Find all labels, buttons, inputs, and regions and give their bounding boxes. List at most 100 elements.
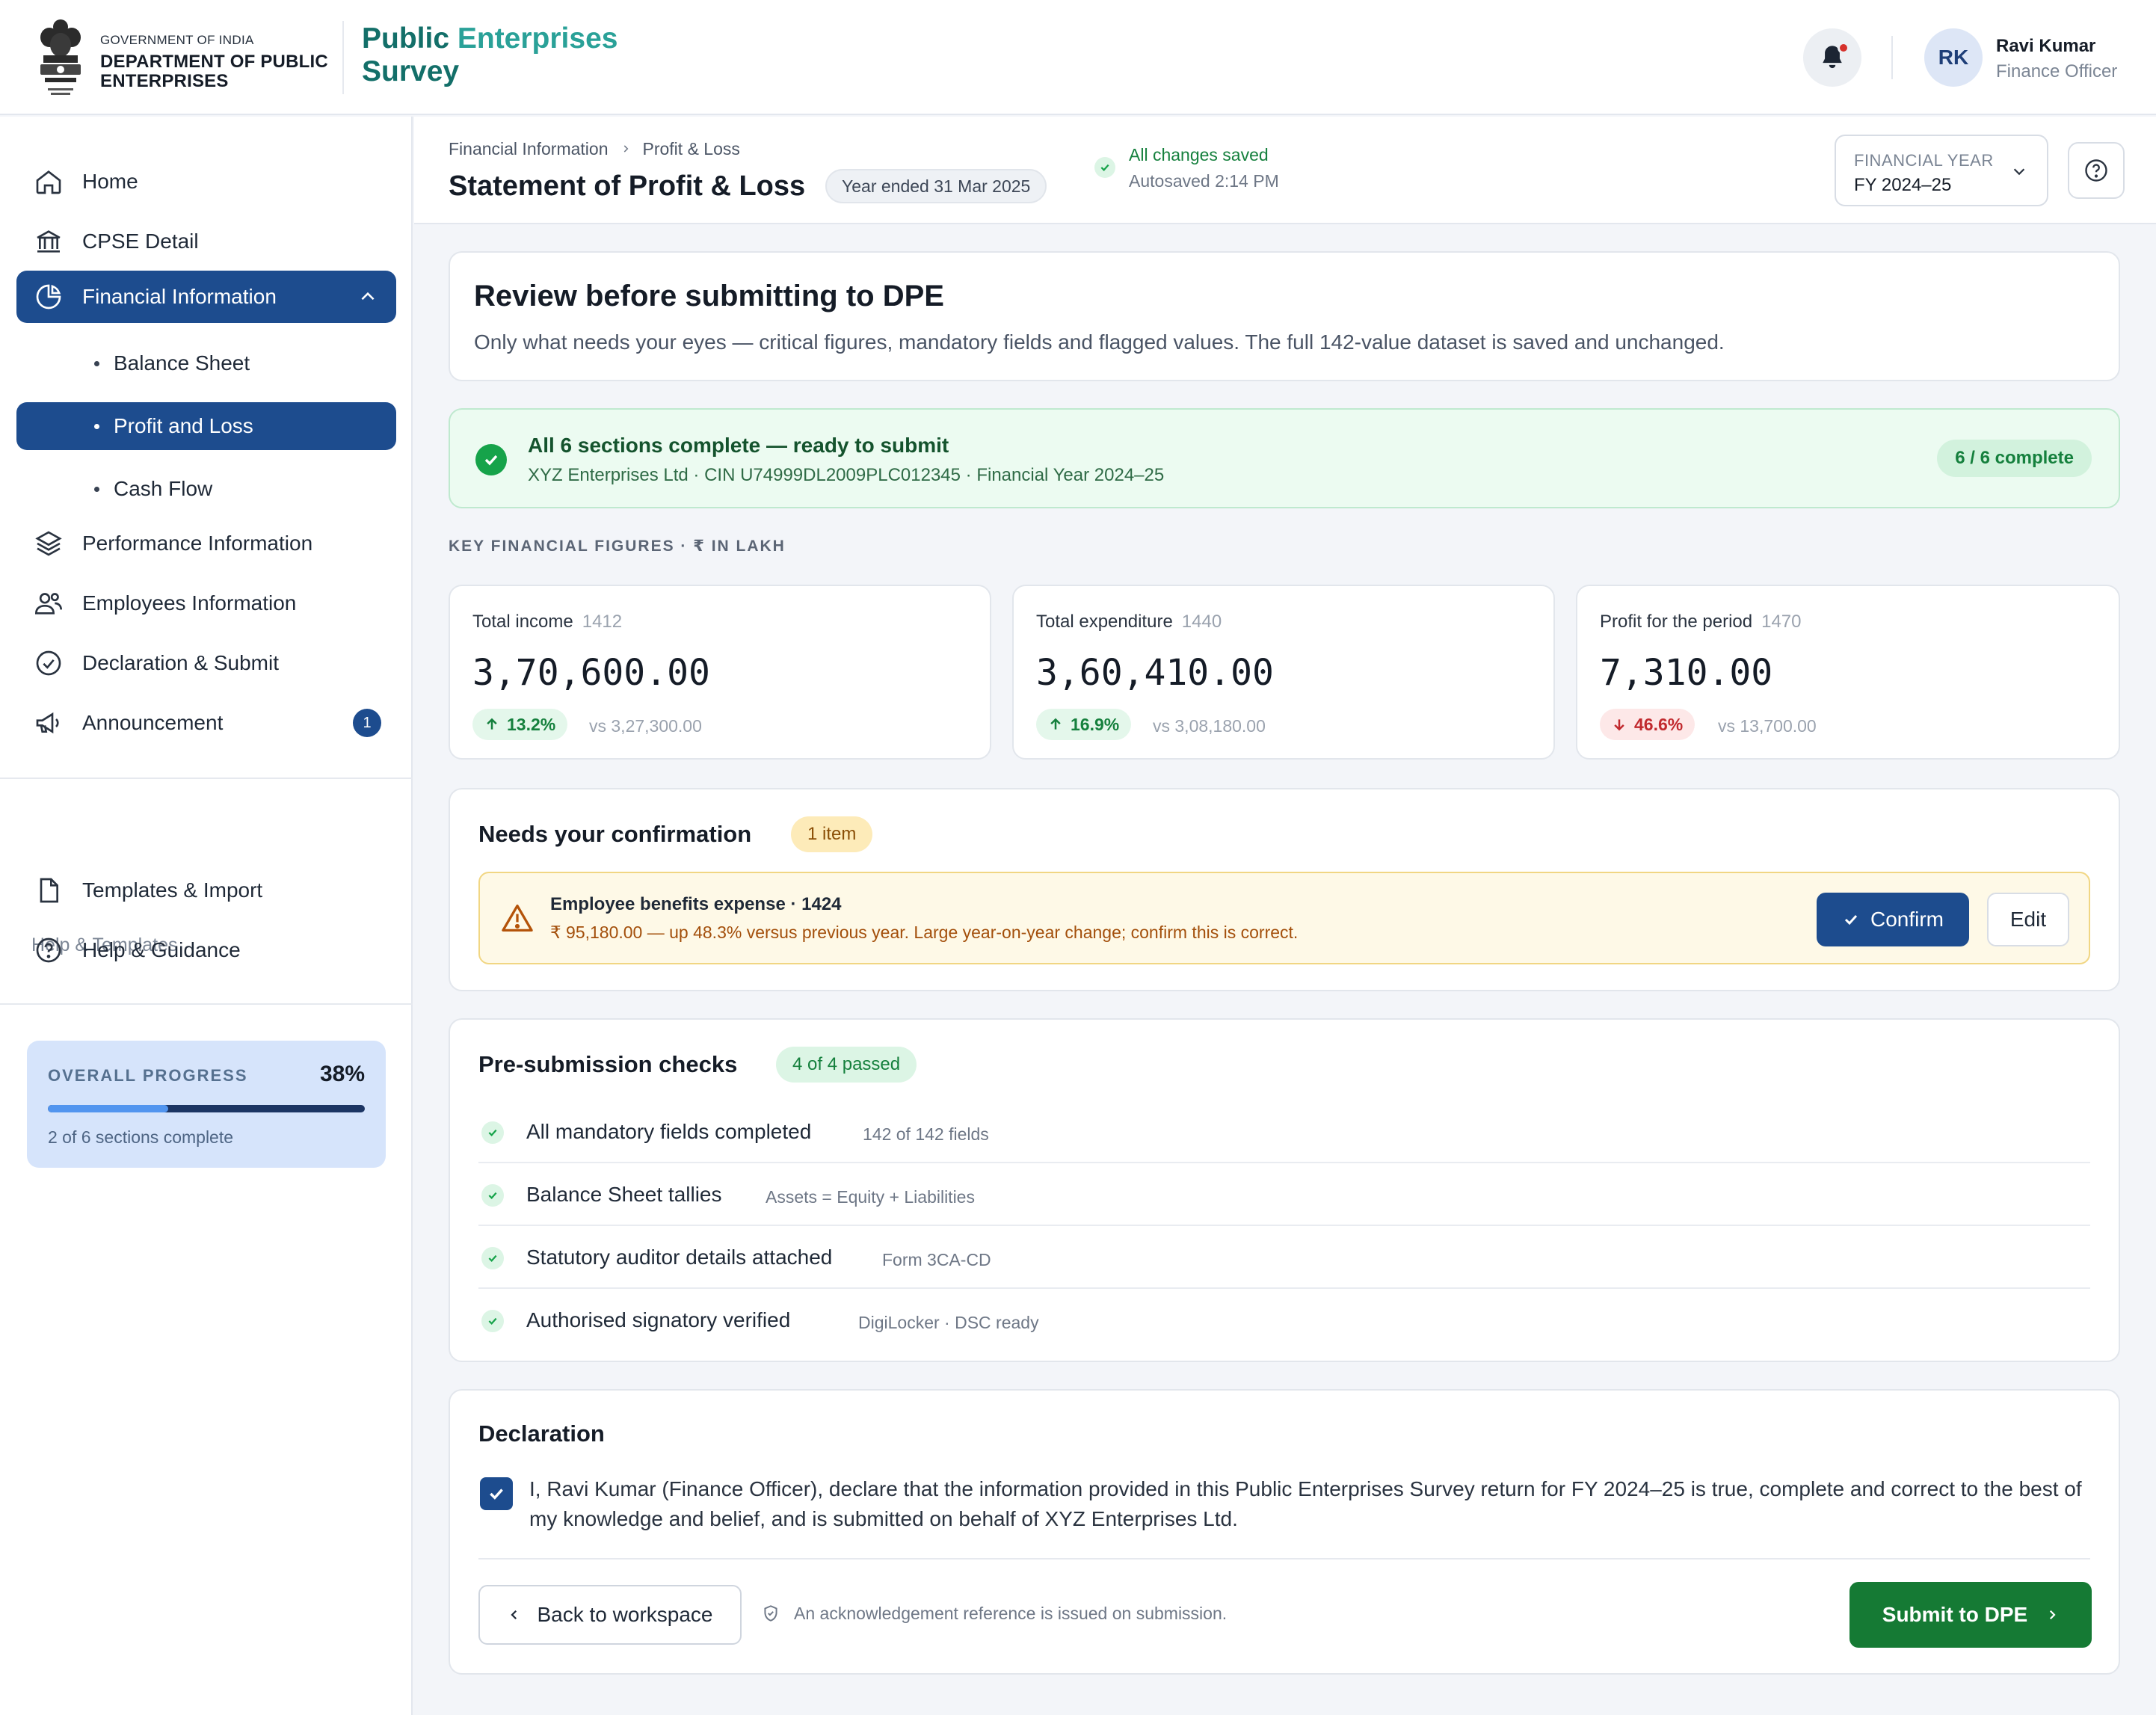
ready-title: All 6 sections complete — ready to submi… — [528, 434, 949, 457]
app-title-part-2: Enterprises — [457, 22, 618, 55]
save-status: All changes saved Autosaved 2:14 PM — [1094, 145, 1279, 191]
chevron-up-icon[interactable] — [357, 287, 378, 312]
key-figures-label: KEY FINANCIAL FIGURES · ₹ IN LAKH — [449, 538, 786, 555]
kpi-change-badge: 13.2% — [472, 709, 568, 740]
declaration-card: Declaration I, Ravi Kumar (Finance Offic… — [449, 1389, 2120, 1675]
check-detail: Assets = Equity + Liabilities — [766, 1187, 975, 1207]
sidebar-subitem-label: Profit and Loss — [114, 414, 253, 437]
confirm-button-label: Confirm — [1870, 908, 1944, 931]
confirmation-count-badge: 1 item — [791, 816, 873, 852]
check-row: Statutory auditor details attached Form … — [478, 1226, 2090, 1289]
sidebar-item-declaration-submit[interactable]: Declaration & Submit — [16, 637, 396, 689]
breadcrumb-financial-information[interactable]: Financial Information — [449, 139, 609, 159]
check-row: All mandatory fields completed 142 of 14… — [478, 1100, 2090, 1163]
app-title[interactable]: Public Enterprises Survey — [362, 22, 676, 88]
sidebar-item-label: Announcement — [82, 711, 224, 734]
progress-percent: 38% — [319, 1062, 365, 1086]
kpi-value: 7,310.00 — [1600, 652, 1773, 694]
sidebar-item-cpse-detail[interactable]: CPSE Detail — [16, 215, 396, 268]
help-button[interactable] — [2068, 142, 2125, 199]
check-row: Balance Sheet tallies Assets = Equity + … — [478, 1163, 2090, 1226]
kpi-code: 1440 — [1181, 612, 1222, 632]
sidebar-item-templates-import[interactable]: Templates & Import — [16, 864, 396, 917]
check-detail: Form 3CA-CD — [882, 1250, 991, 1269]
check-circle-icon — [33, 647, 64, 679]
back-to-workspace-button[interactable]: Back to workspace — [478, 1585, 742, 1645]
user-role: Finance Officer — [1996, 61, 2118, 81]
app-title-part-3: Survey — [362, 55, 460, 87]
check-icon — [1094, 157, 1115, 178]
announcement-badge: 1 — [353, 709, 381, 737]
check-label: Balance Sheet tallies — [526, 1183, 722, 1206]
kpi-card-total-expenditure: Total expenditure 1440 3,60,410.00 16.9% … — [1012, 585, 1555, 760]
sidebar-item-help-guidance[interactable]: Help & Guidance — [16, 924, 396, 976]
bullet — [94, 361, 99, 366]
progress-track — [48, 1105, 365, 1112]
chevron-right-icon — [2050, 1610, 2056, 1620]
notification-dot — [1838, 42, 1849, 54]
check-icon — [481, 1121, 504, 1144]
notifications-button[interactable] — [1803, 28, 1861, 87]
chevron-right-icon — [620, 139, 631, 159]
check-label: Statutory auditor details attached — [526, 1246, 833, 1269]
kpi-previous: vs 3,27,300.00 — [589, 716, 702, 736]
avatar[interactable]: RK — [1924, 28, 1983, 87]
sidebar-item-label: Performance Information — [82, 532, 313, 555]
review-description: Only what needs your eyes — critical fig… — [474, 330, 1725, 354]
users-icon — [33, 588, 64, 619]
home-icon — [33, 166, 64, 197]
warning-icon — [501, 903, 534, 937]
check-label: Authorised signatory verified — [526, 1308, 791, 1331]
check-icon — [481, 1310, 504, 1332]
sidebar-item-label: Financial Information — [82, 285, 277, 308]
arrow-down-icon — [1614, 719, 1624, 731]
sidebar-item-employees-information[interactable]: Employees Information — [16, 577, 396, 629]
header-divider-2 — [1891, 36, 1893, 79]
kpi-value: 3,60,410.00 — [1036, 652, 1274, 694]
review-card: Review before submitting to DPE Only wha… — [449, 251, 2120, 381]
kpi-title-text: Profit for the period — [1600, 612, 1753, 632]
sidebar: Home CPSE Detail Financial Information B… — [0, 117, 413, 1715]
state-emblem-icon — [34, 15, 87, 100]
user-name: Ravi Kumar — [1996, 36, 2096, 56]
app-title-part-1: Public — [362, 22, 458, 55]
confirm-button[interactable]: Confirm — [1817, 893, 1969, 946]
megaphone-icon — [33, 707, 64, 739]
year-ended-pill: Year ended 31 Mar 2025 — [825, 169, 1047, 203]
layers-icon — [33, 528, 64, 559]
sidebar-item-performance-information[interactable]: Performance Information — [16, 517, 396, 570]
financial-year-select[interactable]: FINANCIAL YEAR FY 2024–25 — [1835, 135, 2048, 206]
pie-chart-icon — [33, 281, 64, 312]
sidebar-subitem-label: Cash Flow — [114, 477, 213, 500]
help-circle-icon — [2085, 159, 2107, 182]
submit-to-dpe-button[interactable]: Submit to DPE — [1849, 1582, 2092, 1648]
sidebar-item-financial-information[interactable]: Financial Information — [16, 271, 396, 323]
needs-confirmation-card: Needs your confirmation 1 item Employee … — [449, 788, 2120, 991]
flagged-item: Employee benefits expense · 1424 ₹ 95,18… — [478, 872, 2090, 964]
kpi-code: 1412 — [582, 612, 623, 632]
breadcrumb-profit-loss[interactable]: Profit & Loss — [643, 139, 740, 159]
check-circle-icon — [475, 444, 507, 475]
sidebar-item-label: Help & Guidance — [82, 938, 241, 961]
file-icon — [33, 875, 64, 906]
kpi-title-text: Total expenditure — [1036, 612, 1173, 632]
flagged-item-title: Employee benefits expense · 1424 — [550, 894, 842, 914]
progress-subtitle: 2 of 6 sections complete — [48, 1127, 234, 1147]
sidebar-item-label: Templates & Import — [82, 878, 263, 902]
sidebar-item-home[interactable]: Home — [16, 156, 396, 208]
edit-button[interactable]: Edit — [1987, 893, 2069, 946]
sidebar-subitem-cash-flow[interactable]: Cash Flow — [16, 465, 396, 513]
arrow-up-icon — [487, 718, 497, 730]
sidebar-item-announcement[interactable]: Announcement 1 — [16, 697, 396, 749]
kpi-change-value: 13.2% — [507, 714, 556, 734]
sidebar-subitem-profit-and-loss[interactable]: Profit and Loss — [16, 402, 396, 450]
declaration-checkbox[interactable] — [480, 1477, 513, 1510]
kpi-code: 1470 — [1761, 612, 1802, 632]
sidebar-subitem-balance-sheet[interactable]: Balance Sheet — [16, 339, 396, 387]
declaration-title: Declaration — [478, 1420, 605, 1447]
sidebar-divider — [0, 778, 413, 779]
breadcrumb: Financial Information Profit & Loss — [449, 139, 740, 159]
kpi-title: Total expenditure 1440 — [1036, 612, 1222, 632]
page-title: Statement of Profit & Loss — [449, 170, 806, 202]
kpi-change-value: 16.9% — [1071, 714, 1120, 734]
